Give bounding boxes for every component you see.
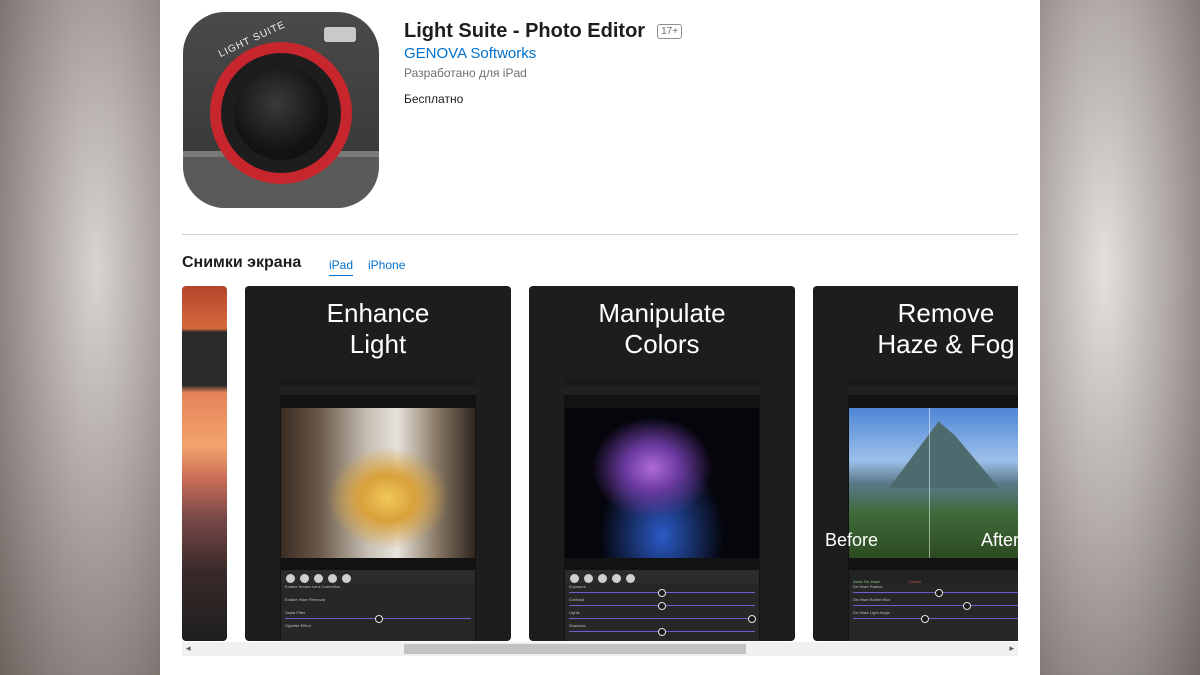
scroll-left-arrow-icon[interactable]: ◂ (186, 643, 191, 654)
carousel-scrollbar[interactable]: ◂ ▸ (182, 642, 1018, 656)
camera-flash (324, 27, 356, 42)
before-label: Before (825, 530, 879, 550)
tool-icons (565, 570, 759, 583)
panel-row-label: Sepia Filter (285, 610, 306, 615)
settings-panel: Enable Known Lens Correction Enable Haze… (281, 583, 475, 641)
background-right (1040, 0, 1200, 675)
scroll-right-arrow-icon[interactable]: ▸ (1009, 643, 1014, 654)
panel-row-label: De-Haze Border Blur (853, 597, 891, 602)
status-bar (848, 379, 1018, 386)
device-frame: Apply De-Haze Cancel De-Haze Radius De-H… (848, 379, 1018, 641)
panel-row-label: Vignette Effect (285, 623, 311, 628)
screenshot-manipulate-colors[interactable]: Manipulate Colors Exposure Contrast Ligh… (529, 286, 795, 641)
slider-track (853, 618, 1018, 619)
device-frame: Enable Known Lens Correction Enable Haze… (280, 379, 476, 641)
slider-knob (921, 615, 929, 623)
device-toolbar (848, 386, 1018, 396)
tab-ipad[interactable]: iPad (329, 258, 354, 276)
slider-track (853, 605, 1018, 606)
title-row: Light Suite - Photo Editor 17+ (404, 20, 683, 43)
price-label: Бесплатно (404, 92, 464, 106)
photo-portrait (281, 408, 475, 558)
device-toolbar (564, 386, 760, 396)
camera-lens-icon (234, 66, 328, 160)
designed-for-label: Разработано для iPad (404, 66, 527, 80)
slider-track (569, 618, 755, 619)
screenshot-remove-haze[interactable]: Remove Haze & Fog Apply De-Haze Cancel D… (813, 286, 1018, 641)
slider-knob (658, 628, 666, 636)
screenshots-heading: Снимки экрана (182, 254, 302, 271)
screenshot-caption: Manipulate Colors (598, 298, 726, 359)
divider (182, 234, 1018, 235)
status-bar (564, 379, 760, 386)
screenshot-enhance-light[interactable]: Enhance Light Enable Known Lens Correcti… (245, 286, 511, 641)
developer-link[interactable]: GENOVA Softworks (404, 45, 536, 62)
screenshot-partial[interactable] (182, 286, 227, 641)
status-bar (280, 379, 476, 386)
screenshots-carousel[interactable]: Enhance Light Enable Known Lens Correcti… (182, 286, 1018, 642)
panel-row-label: Exposure (569, 584, 586, 589)
panel-row-label: Lights (569, 610, 580, 615)
tool-icons (281, 570, 475, 583)
settings-panel: Exposure Contrast Lights Shadows (565, 583, 759, 641)
dehaze-tabs: Apply De-Haze Cancel (849, 570, 1018, 584)
device-toolbar (280, 386, 476, 396)
settings-panel: De-Haze Radius De-Haze Border Blur De-Ha… (849, 583, 1018, 641)
app-store-page: LIGHT SUITE Light Suite - Photo Editor 1… (160, 0, 1040, 675)
panel-row-label: Enable Known Lens Correction (285, 584, 341, 589)
app-icon: LIGHT SUITE (183, 12, 379, 208)
panel-row-label: De-Haze Light Angle (853, 610, 890, 615)
app-title: Light Suite - Photo Editor (404, 20, 646, 42)
photo-portrait-neon (565, 408, 759, 558)
screenshot-caption: Remove Haze & Fog (877, 298, 1015, 359)
device-frame: Exposure Contrast Lights Shadows (564, 379, 760, 641)
panel-row-label: Enable Haze Removal (285, 597, 325, 602)
age-rating-badge: 17+ (657, 24, 683, 39)
background-left (0, 0, 160, 675)
panel-row-label: Contrast (569, 597, 585, 602)
tab-iphone[interactable]: iPhone (368, 258, 405, 272)
scroll-thumb[interactable] (404, 644, 746, 654)
screenshot-caption: Enhance Light (326, 298, 430, 359)
panel-row-label: Shadows (569, 623, 586, 628)
panel-row-label: De-Haze Radius (853, 584, 883, 589)
after-label: After (981, 530, 1018, 550)
